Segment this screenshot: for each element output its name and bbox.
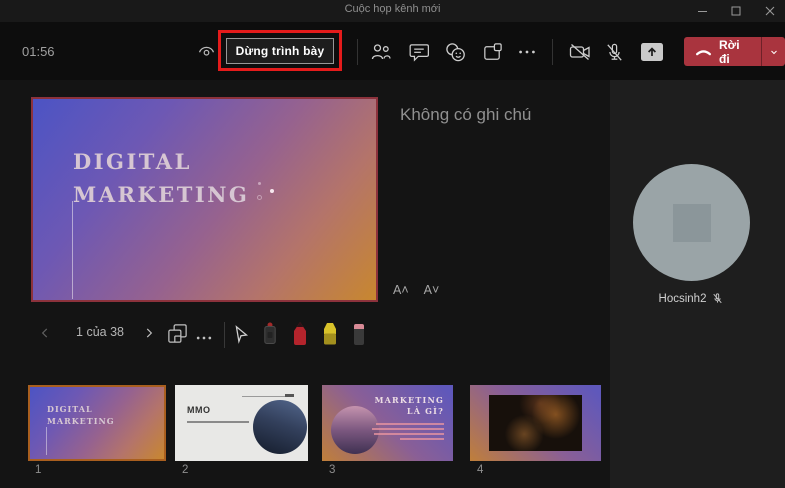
avatar-placeholder-image <box>673 204 711 242</box>
slide-thumbnail-4[interactable] <box>470 385 601 461</box>
current-slide-canvas[interactable]: DIGITAL MARKETING <box>31 97 378 302</box>
highlighter-tool-icon[interactable] <box>318 320 342 347</box>
speaker-notes-placeholder: Không có ghi chú <box>400 105 532 124</box>
toolbar-divider <box>552 39 553 65</box>
slide-thumbnail-1[interactable]: DIGITAL MARKETING <box>28 385 166 461</box>
presenter-eye-icon[interactable] <box>196 40 217 61</box>
next-slide-icon[interactable] <box>142 326 156 340</box>
leave-button[interactable]: Rời đi <box>684 37 785 66</box>
meeting-title: Cuộc họp kênh mới <box>344 3 441 15</box>
slide-thumbnail-2[interactable]: MMO <box>175 385 308 461</box>
participant-avatar[interactable] <box>633 164 750 281</box>
thumbnail-number: 3 <box>329 464 336 476</box>
slide-decoration-dot <box>270 189 274 193</box>
slide-decoration-dot <box>257 195 262 200</box>
slide-title: DIGITAL MARKETING <box>73 149 250 207</box>
slide-decoration-line <box>72 201 73 299</box>
mic-off-icon[interactable] <box>600 38 628 66</box>
thumbnail-decoration-line <box>46 427 47 455</box>
thumbnail-body-text-bars <box>372 423 444 440</box>
camera-off-icon[interactable] <box>566 38 594 66</box>
toolbar-divider <box>357 39 358 65</box>
presentation-stage: DIGITAL MARKETING Không có ghi chú A˄ A˅… <box>0 80 785 488</box>
previous-slide-icon[interactable] <box>38 326 52 340</box>
participants-panel <box>610 80 785 488</box>
thumbnail-decoration-mark <box>285 394 294 397</box>
chat-icon[interactable] <box>404 38 432 66</box>
participant-name: Hocsinh2 <box>658 292 707 305</box>
slide-decoration-dot <box>258 182 261 185</box>
meeting-timer: 01:56 <box>22 44 55 59</box>
maximize-icon[interactable] <box>729 4 743 18</box>
thumbnail-number: 4 <box>477 464 484 476</box>
share-tray-icon[interactable] <box>638 38 666 66</box>
red-pen-tool-icon[interactable] <box>288 320 312 347</box>
titlebar: Cuộc họp kênh mới <box>0 0 785 22</box>
grid-view-icon[interactable] <box>166 322 189 345</box>
font-smaller-button[interactable]: A˅ <box>424 283 440 297</box>
laser-pointer-tool-icon[interactable] <box>258 320 282 347</box>
slide-counter: 1 của 38 <box>76 325 124 339</box>
meeting-toolbar: 01:56 Dừng trình bày Rời đi <box>0 22 785 80</box>
chevron-down-icon[interactable] <box>762 37 785 66</box>
participant-name-row: Hocsinh2 <box>623 292 760 305</box>
breakout-rooms-icon[interactable] <box>478 38 506 66</box>
thumbnail-photo <box>489 395 582 451</box>
leave-button-label: Rời đi <box>719 37 740 66</box>
people-icon[interactable] <box>367 38 395 66</box>
eraser-tool-icon[interactable] <box>348 320 370 347</box>
font-larger-button[interactable]: A˄ <box>393 283 409 297</box>
more-tools-icon[interactable] <box>194 328 214 348</box>
thumbnail-circle-image <box>253 400 307 454</box>
teams-meeting-window: Cuộc họp kênh mới 01:56 Dừng trình bày R… <box>0 0 785 488</box>
close-icon[interactable] <box>763 4 777 18</box>
thumbnail-slide-title: MMO <box>187 405 211 415</box>
minimize-icon[interactable] <box>695 4 709 18</box>
hang-up-icon <box>695 46 712 58</box>
slide-thumbnail-3[interactable]: MARKETING LÀ GÌ? <box>322 385 453 461</box>
thumbnail-number: 2 <box>182 464 189 476</box>
thumbnail-subtitle-bar <box>187 421 249 423</box>
reactions-icon[interactable] <box>441 38 469 66</box>
thumbnail-slide-title: DIGITAL MARKETING <box>47 404 115 426</box>
more-icon[interactable] <box>513 38 541 66</box>
notes-font-controls: A˄ A˅ <box>393 283 439 297</box>
cursor-tool-icon[interactable] <box>230 323 252 347</box>
tools-divider <box>224 322 225 348</box>
thumbnail-number: 1 <box>35 464 42 476</box>
mic-muted-icon <box>711 292 724 305</box>
window-controls <box>695 0 777 22</box>
stop-presenting-button[interactable]: Dừng trình bày <box>225 37 335 64</box>
annotation-highlight-box: Dừng trình bày <box>218 30 342 71</box>
thumbnail-slide-title: MARKETING LÀ GÌ? <box>374 395 444 416</box>
